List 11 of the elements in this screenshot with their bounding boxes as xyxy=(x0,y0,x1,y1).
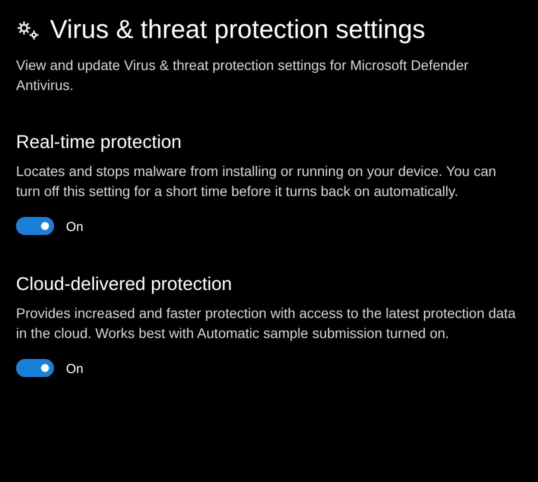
toggle-switch[interactable] xyxy=(16,359,54,377)
section-description: Locates and stops malware from installing or running on your device. You can turn off this setting for a short time before it turns back on automatically. xyxy=(16,162,498,201)
toggle-label: On xyxy=(66,218,84,234)
section-heading: Real-time protection xyxy=(16,131,183,153)
toggle-label: On xyxy=(66,360,84,376)
section-heading: Cloud-delivered protection xyxy=(16,273,233,295)
settings-icon xyxy=(16,20,40,40)
page-description: View and update Virus & threat protection settings for Microsoft Defender Antivirus. xyxy=(16,56,470,95)
section-description: Provides increased and faster protection with access to the latest protection data in the cloud. Works best with Automatic sample submission turned on. xyxy=(16,304,516,343)
toggle-switch[interactable] xyxy=(16,217,54,235)
page-title: Virus & threat protection settings xyxy=(50,14,426,45)
